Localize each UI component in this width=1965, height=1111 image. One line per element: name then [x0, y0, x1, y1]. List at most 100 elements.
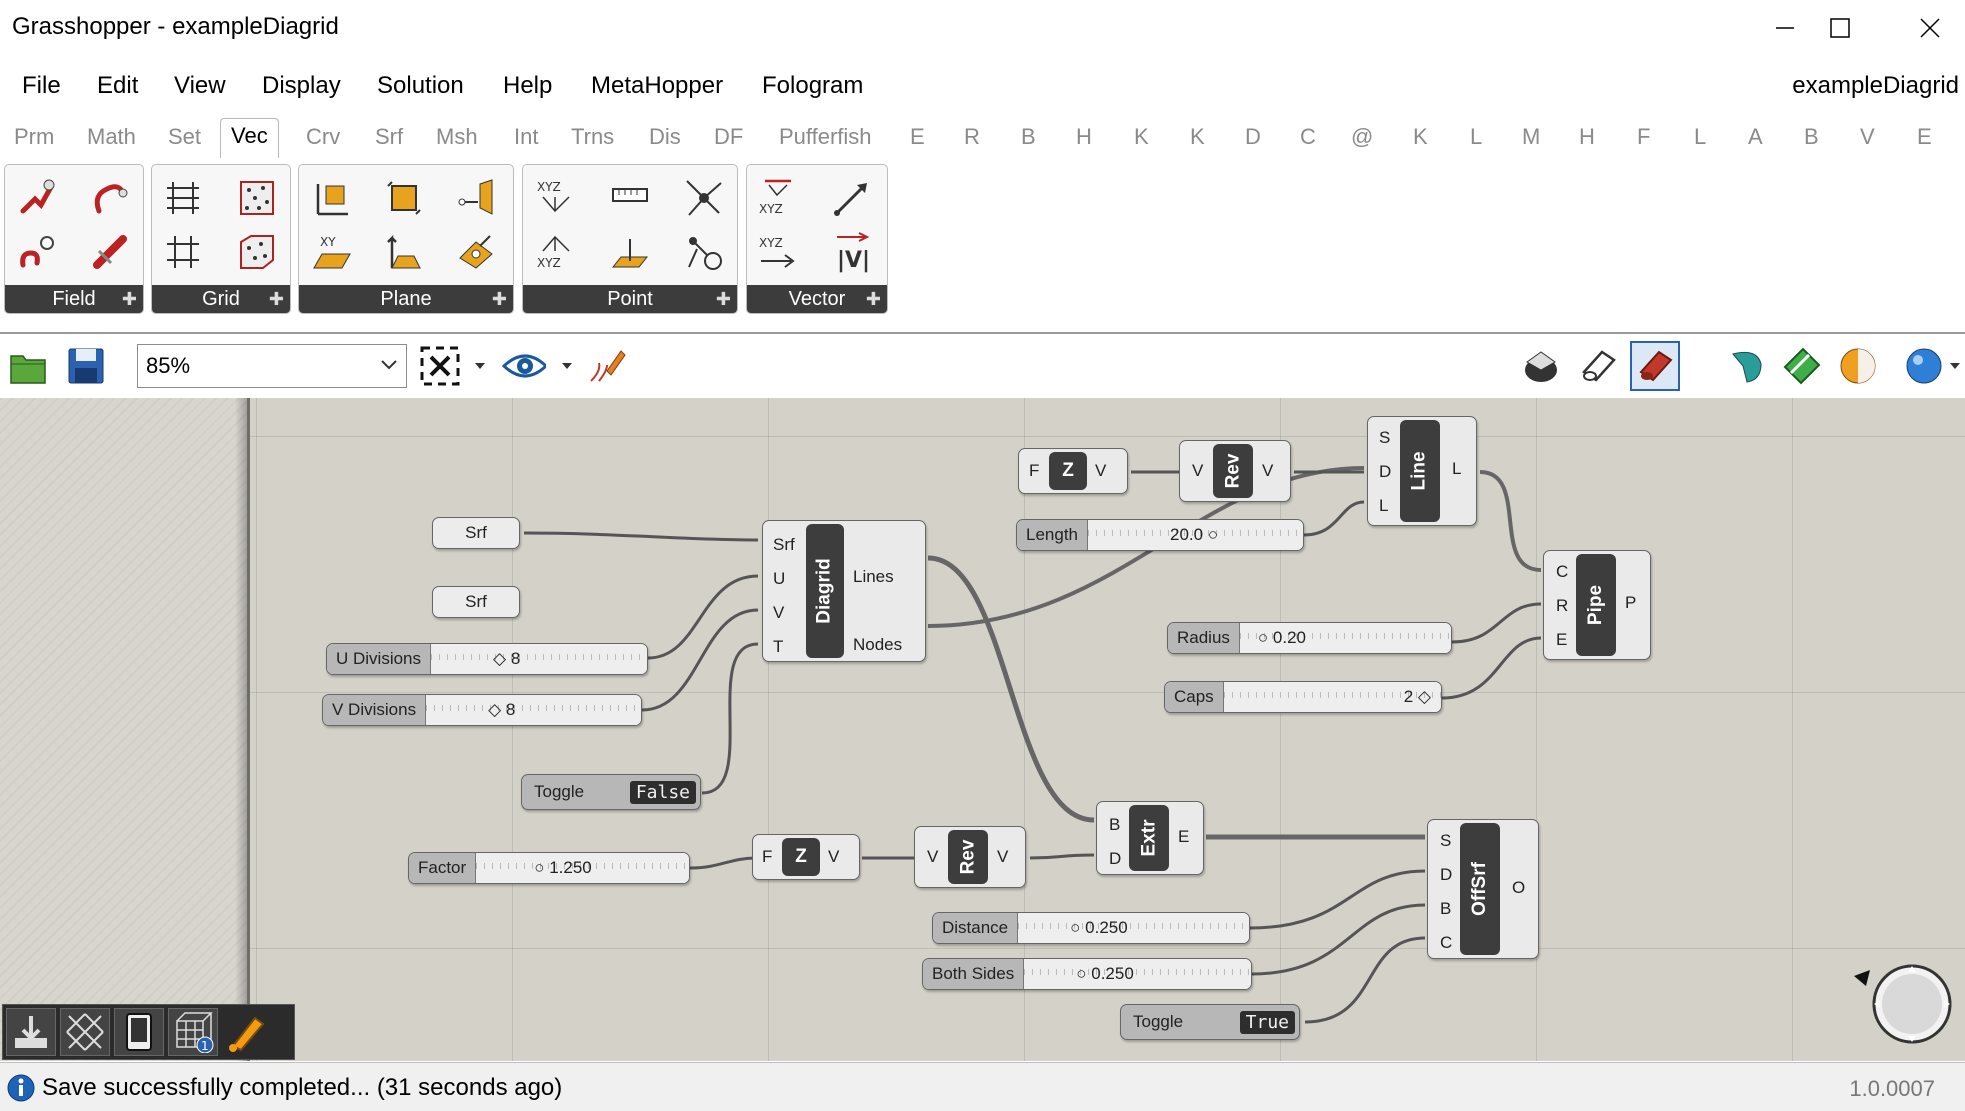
- length-slider[interactable]: Length 20.0 ○: [1016, 519, 1304, 551]
- tab-df[interactable]: DF: [714, 124, 743, 150]
- extrude-component[interactable]: B D Extr E: [1096, 801, 1204, 875]
- preview-selected-button[interactable]: [1630, 341, 1680, 391]
- preview-menu[interactable]: [557, 344, 577, 388]
- input-f[interactable]: F: [762, 847, 772, 867]
- srf-param-1[interactable]: Srf: [432, 517, 520, 549]
- input-b[interactable]: B: [1440, 892, 1452, 926]
- radius-slider[interactable]: Radius ○ 0.20: [1167, 622, 1452, 654]
- input-c[interactable]: C: [1440, 926, 1452, 960]
- distance-slider[interactable]: Distance ○ 0.250: [932, 912, 1250, 944]
- slider-track[interactable]: ○ 0.250: [1024, 959, 1251, 989]
- save-file-button[interactable]: [64, 344, 108, 388]
- plane-xy-icon[interactable]: [381, 175, 427, 221]
- menu-fologram[interactable]: Fologram: [762, 72, 863, 100]
- deconstruct-vector-icon[interactable]: XYZ: [755, 229, 801, 275]
- square-grid-icon[interactable]: [160, 175, 206, 221]
- slider-track[interactable]: ◇ 8: [431, 644, 647, 674]
- grasshopper-canvas[interactable]: Srf Srf U Divisions ◇ 8 V Divisions ◇ 8 …: [0, 398, 1965, 1061]
- input-c[interactable]: C: [1556, 555, 1568, 589]
- populate-2d-icon[interactable]: [234, 175, 280, 221]
- construct-point-icon[interactable]: XYZ: [533, 175, 579, 221]
- expand-icon[interactable]: ✚: [866, 285, 881, 313]
- tab-srf[interactable]: Srf: [375, 124, 403, 150]
- fologram-button[interactable]: [222, 1008, 272, 1056]
- output-p[interactable]: P: [1625, 593, 1636, 613]
- panel-vector-label[interactable]: Vector ✚: [747, 285, 887, 313]
- menu-display[interactable]: Display: [262, 72, 341, 100]
- v-divisions-slider[interactable]: V Divisions ◇ 8: [322, 694, 642, 726]
- reverse-component-1[interactable]: V Rev V: [1179, 440, 1291, 502]
- input-d[interactable]: D: [1440, 858, 1452, 892]
- expand-icon[interactable]: ✚: [716, 285, 731, 313]
- tab-h[interactable]: H: [1076, 124, 1092, 150]
- tab-h2[interactable]: H: [1579, 124, 1595, 150]
- input-d[interactable]: D: [1109, 842, 1121, 876]
- z-core[interactable]: Z: [1049, 452, 1087, 490]
- deconstruct-point-icon[interactable]: XYZ: [533, 229, 579, 275]
- maximize-button[interactable]: [1805, 0, 1875, 56]
- output-l[interactable]: L: [1452, 459, 1461, 479]
- preview-mode-menu[interactable]: [1945, 344, 1965, 388]
- selected-only-preview-button[interactable]: [1836, 344, 1880, 388]
- preview-shaded-button[interactable]: [1576, 344, 1620, 388]
- unit-z-component-1[interactable]: F Z V: [1018, 448, 1128, 494]
- slider-track[interactable]: ◇ 8: [426, 695, 641, 725]
- input-d[interactable]: D: [1379, 455, 1391, 489]
- pipe-core[interactable]: Pipe: [1576, 554, 1616, 656]
- slider-track[interactable]: ○ 1.250: [476, 853, 689, 883]
- field-merge-icon[interactable]: [87, 229, 133, 275]
- toggle-value[interactable]: False: [629, 780, 696, 804]
- menu-help[interactable]: Help: [503, 72, 552, 100]
- tab-l1[interactable]: L: [1470, 124, 1482, 150]
- output-v[interactable]: V: [1262, 461, 1273, 481]
- menu-view[interactable]: View: [174, 72, 226, 100]
- u-divisions-slider[interactable]: U Divisions ◇ 8: [326, 643, 648, 675]
- boolean-toggle-1[interactable]: Toggle False: [521, 774, 701, 810]
- output-v[interactable]: V: [997, 847, 1008, 867]
- reverse-component-2[interactable]: V Rev V: [914, 826, 1026, 888]
- tab-b[interactable]: B: [1021, 124, 1036, 150]
- remote-control-button[interactable]: [114, 1008, 164, 1056]
- sketch-button[interactable]: [584, 344, 628, 388]
- menu-file[interactable]: File: [22, 72, 61, 100]
- document-preview-settings-button[interactable]: [1725, 344, 1769, 388]
- point-on-plane-icon[interactable]: [607, 229, 653, 275]
- expand-icon[interactable]: ✚: [492, 285, 507, 313]
- open-file-button[interactable]: [6, 344, 50, 388]
- tab-int[interactable]: Int: [514, 124, 538, 150]
- tab-e[interactable]: E: [910, 124, 925, 150]
- offsrf-core[interactable]: OffSrf: [1460, 823, 1500, 955]
- menu-solution[interactable]: Solution: [377, 72, 464, 100]
- tab-k3[interactable]: K: [1413, 124, 1428, 150]
- input-s[interactable]: S: [1440, 824, 1452, 858]
- input-u[interactable]: U: [773, 562, 795, 596]
- zoom-extents-menu[interactable]: [470, 344, 490, 388]
- vector-2pt-icon[interactable]: [829, 175, 875, 221]
- output-v[interactable]: V: [1095, 461, 1106, 481]
- populate-3d-icon[interactable]: [234, 229, 280, 275]
- expand-icon[interactable]: ✚: [122, 285, 137, 313]
- preview-mode-button[interactable]: [1902, 344, 1946, 388]
- factor-slider[interactable]: Factor ○ 1.250: [408, 852, 690, 884]
- panel-point-label[interactable]: Point ✚: [523, 285, 737, 313]
- zoom-extents-button[interactable]: [418, 344, 462, 388]
- tab-v[interactable]: V: [1860, 124, 1875, 150]
- menu-metahopper[interactable]: MetaHopper: [591, 72, 723, 100]
- input-srf[interactable]: Srf: [773, 528, 795, 562]
- tab-f[interactable]: F: [1637, 124, 1650, 150]
- tab-trns[interactable]: Trns: [571, 124, 614, 150]
- expand-icon[interactable]: ✚: [269, 285, 284, 313]
- both-sides-slider[interactable]: Both Sides ○ 0.250: [922, 958, 1252, 990]
- panel-plane-label[interactable]: Plane ✚: [299, 285, 513, 313]
- tab-msh[interactable]: Msh: [436, 124, 478, 150]
- extr-core[interactable]: Extr: [1129, 805, 1169, 871]
- tab-math[interactable]: Math: [87, 124, 136, 150]
- diagrid-component[interactable]: Srf U V T Diagrid Lines Nodes: [762, 520, 926, 662]
- tab-l2[interactable]: L: [1694, 124, 1706, 150]
- navigation-compass[interactable]: [1852, 960, 1952, 1050]
- output-o[interactable]: O: [1512, 878, 1525, 898]
- z-core[interactable]: Z: [782, 838, 820, 876]
- field-point-charge-icon[interactable]: [13, 229, 59, 275]
- output-e[interactable]: E: [1178, 827, 1189, 847]
- zoom-dropdown[interactable]: 85%: [137, 344, 407, 388]
